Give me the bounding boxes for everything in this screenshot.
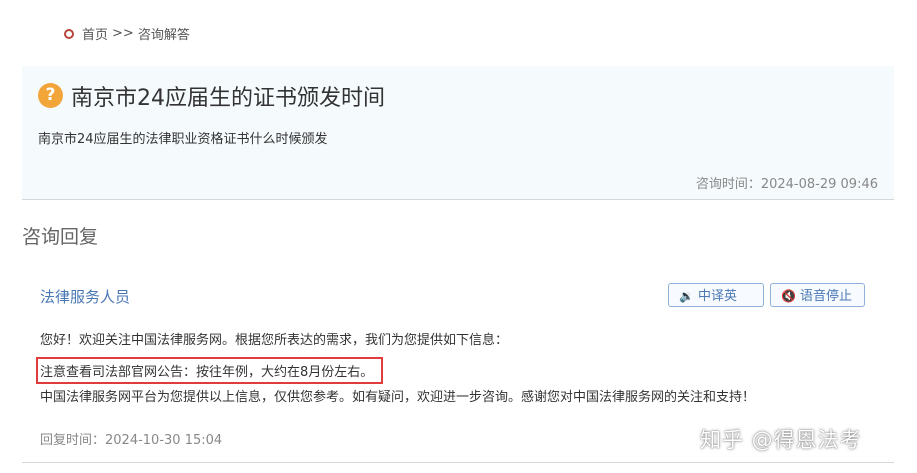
breadcrumb-separator: >> bbox=[112, 26, 134, 41]
question-time-label: 咨询时间： bbox=[695, 177, 761, 192]
bullet-icon bbox=[64, 28, 74, 39]
reply-section-heading: 咨询回复 bbox=[22, 226, 99, 248]
reply-line-closing: 中国法律服务网平台为您提供以上信息，仅供您参考。如有疑问，欢迎进一步咨询。感谢您… bbox=[40, 390, 756, 405]
question-time: 咨询时间：2024-08-29 09:46 bbox=[696, 173, 878, 192]
question-title: 南京市24应届生的证书颁发时间 bbox=[71, 86, 385, 111]
breadcrumb-home-link[interactable]: 首页 bbox=[82, 24, 108, 43]
reply-time-label: 回复时间： bbox=[40, 433, 106, 448]
stop-speech-button-label: 语音停止 bbox=[799, 289, 852, 304]
translate-button[interactable]: 🔉 中译英 bbox=[668, 283, 764, 307]
reply-line-highlighted: 注意查看司法部官网公告：按往年例，大约在8月份左右。 bbox=[36, 357, 384, 384]
translate-button-label: 中译英 bbox=[697, 289, 737, 304]
reply-time: 回复时间：2024-10-30 15:04 bbox=[40, 429, 222, 448]
breadcrumb-current: 咨询解答 bbox=[137, 28, 190, 43]
replier-name: 法律服务人员 bbox=[40, 288, 131, 306]
watermark: 知乎 @得恩法考 bbox=[700, 428, 862, 452]
question-panel: ? 南京市24应届生的证书颁发时间 南京市24应届生的法律职业资格证书什么时候颁… bbox=[22, 66, 894, 200]
question-body: 南京市24应届生的法律职业资格证书什么时候颁发 bbox=[38, 132, 328, 147]
speaker-mute-icon: 🔇 bbox=[781, 289, 796, 303]
speaker-icon: 🔉 bbox=[679, 289, 694, 303]
question-time-value: 2024-08-29 09:46 bbox=[760, 177, 878, 192]
breadcrumb: 首页 >> 咨询解答 bbox=[64, 24, 190, 43]
question-mark-icon: ? bbox=[38, 83, 63, 108]
stop-speech-button[interactable]: 🔇 语音停止 bbox=[770, 283, 865, 307]
reply-line-greeting: 您好！欢迎关注中国法律服务网。根据您所表达的需求，我们为您提供如下信息： bbox=[40, 333, 509, 348]
reply-time-value: 2024-10-30 15:04 bbox=[105, 433, 223, 448]
